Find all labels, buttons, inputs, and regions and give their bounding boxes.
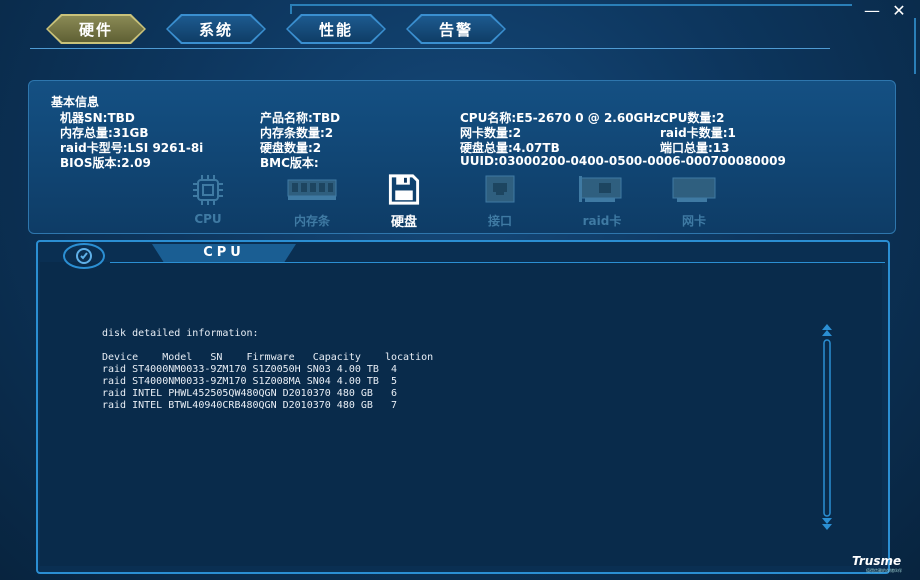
info-bmc-version: BMC版本: <box>260 156 319 170</box>
hw-memory-label: 内存条 <box>293 214 330 228</box>
tab-divider <box>30 48 830 49</box>
frame-decoration-right <box>902 18 916 74</box>
nic-icon <box>672 177 716 202</box>
hw-memory-button[interactable]: 内存条 <box>282 172 342 230</box>
port-icon <box>485 175 515 203</box>
detail-content-area <box>40 262 882 566</box>
hw-nic-button[interactable]: 网卡 <box>664 172 724 230</box>
hw-nic-label: 网卡 <box>681 214 706 228</box>
detail-header-line <box>110 262 885 263</box>
brand-logo: Trusme <box>852 554 902 568</box>
tab-hardware[interactable]: 硬件 <box>48 16 144 42</box>
hw-cpu-label: CPU <box>194 212 222 226</box>
hw-disk-button[interactable]: 硬盘 <box>374 172 434 230</box>
memory-icon <box>287 179 337 200</box>
tab-performance[interactable]: 性能 <box>288 16 384 42</box>
tab-alarm[interactable]: 告警 <box>408 16 504 42</box>
brand-tagline: 值得信赖的存储伙伴 <box>866 568 902 573</box>
hw-cpu-button[interactable]: CPU <box>178 172 238 230</box>
disk-detail-text: disk detailed information: Device Model … <box>102 328 434 411</box>
tab-system[interactable]: 系统 <box>168 16 264 42</box>
frame-decoration-top <box>290 4 852 14</box>
basic-info-title: 基本信息 <box>51 95 100 109</box>
disk-icon <box>388 174 420 205</box>
minimize-button[interactable]: — <box>862 2 882 20</box>
detail-header-title: CPU <box>203 245 245 260</box>
info-port-total: 端口总量:13 <box>660 141 730 155</box>
hw-port-button[interactable]: 接口 <box>470 172 530 230</box>
hw-disk-label: 硬盘 <box>390 215 417 230</box>
hw-raid-label: raid卡 <box>582 214 622 228</box>
detail-scrollbar[interactable] <box>820 322 834 532</box>
hw-port-label: 接口 <box>487 214 512 228</box>
emblem-icon <box>63 243 105 269</box>
raid-card-icon <box>579 176 622 202</box>
info-bios-version: BIOS版本:2.09 <box>60 156 151 170</box>
close-button[interactable]: ✕ <box>889 2 909 20</box>
cpu-icon <box>193 175 223 205</box>
hw-raid-button[interactable]: raid卡 <box>572 172 632 230</box>
info-uuid: UUID:03000200-0400-0500-0006-00070008000… <box>460 154 786 168</box>
